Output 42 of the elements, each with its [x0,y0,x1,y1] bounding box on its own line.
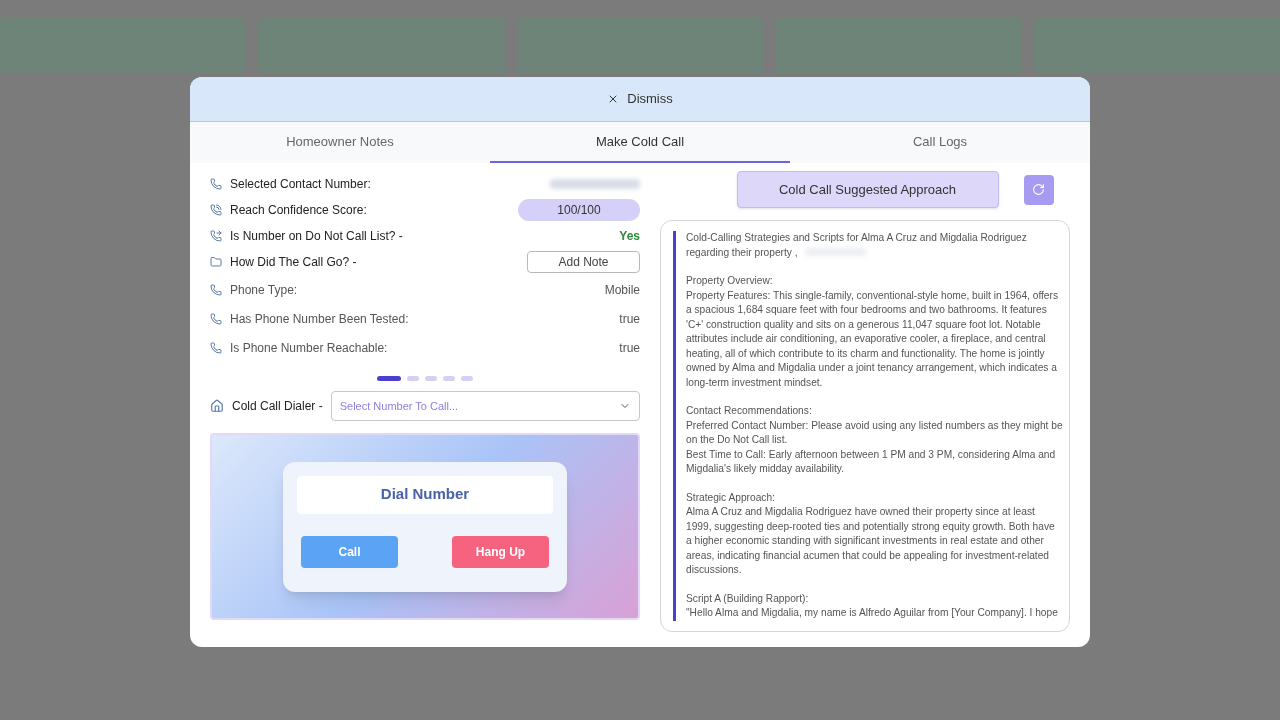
detail-value: Mobile [604,281,640,299]
detail-label: Selected Contact Number: [230,176,371,193]
approach-text: Cold-Calling Strategies and Scripts for Alma A Cruz and Migdalia Rodriguez regarding their property , [686,231,1028,260]
approach-text: Best Time to Call: Early afternoon between 1 PM and 3 PM, considering Alma and Migdalia's likely midday availability. [686,447,1057,476]
detail-label: Is Number on Do Not Call List? - [230,228,403,245]
dial-number-display: Dial Number [297,475,553,514]
detail-label: Phone Type: [230,281,298,299]
folder-icon [210,256,222,268]
tab[interactable]: Make Cold Call [490,122,790,163]
hang-up-button[interactable]: Hang Up [452,535,549,568]
phone-call-icon [210,204,222,216]
dismiss-button[interactable]: Dismiss [607,89,673,109]
detail-label: Reach Confidence Score: [230,202,367,219]
status-value: Yes [619,228,640,245]
tab[interactable]: Homeowner Notes [190,122,490,163]
refresh-icon [1032,183,1045,196]
phone-icon [210,178,222,190]
phone-icon [210,283,222,296]
approach-text: Strategic Approach: [686,490,776,505]
detail-value: true [619,310,640,328]
detail-value: true [619,339,640,357]
detail-label: Has Phone Number Been Tested: [230,310,409,328]
approach-text: Script A (Building Rapport): [686,591,810,606]
approach-text: Alma A Cruz and Migdalia Rodriguez have owned their property since at least 1999, suggesting deep-rooted ties and potentially strong equity growth. Both have a higher economic standing with significant investments in real estate and other areas, indicating financial acumen that could be appealing for investment-related discussions. [686,505,1056,577]
phone-icon [210,312,222,325]
phone-icon [210,341,222,354]
add-note-button[interactable]: Add Note [527,251,640,273]
refresh-button[interactable] [1023,174,1054,205]
approach-text: Preferred Contact Number: Please avoid using any listed numbers as they might be on the Do Not Call list. [686,418,1063,447]
approach-text: Contact Recommendations: [686,404,813,418]
home-icon [210,399,224,413]
approach-text: "Hello Alma and Migdalia, my name is Alfredo Aguilar from [Your Company]. I hope [686,606,1059,620]
approach-text: Property Features: This single-family, conventional-style home, built in 1964, offers a spacious 1,684 square feet with four bedrooms and two bathrooms. It features 'C+' construction quality and sits on a generous 11,047 square foot lot. Notable attributes include air conditioning, an evaporative cooler, a fireplace, and central heating, all of which contribute to its charm and functionality. The home is jointly owned by Alma and Migdalia under a joint tenancy arrangement, which indicates a long-term investment mindset. [686,288,1060,390]
number-select[interactable]: Select Number To Call... [330,391,640,421]
detail-label: Is Phone Number Reachable: [230,339,388,357]
approach-text: Property Overview: [686,274,774,288]
tab[interactable]: Call Logs [790,122,1090,163]
score-pill: 100/100 [518,199,640,221]
dialer-label: Cold Call Dialer - [232,398,323,415]
detail-label: How Did The Call Go? - [230,254,357,271]
suggested-approach-button[interactable]: Cold Call Suggested Approach [736,171,999,208]
phone-forward-icon [210,230,222,242]
